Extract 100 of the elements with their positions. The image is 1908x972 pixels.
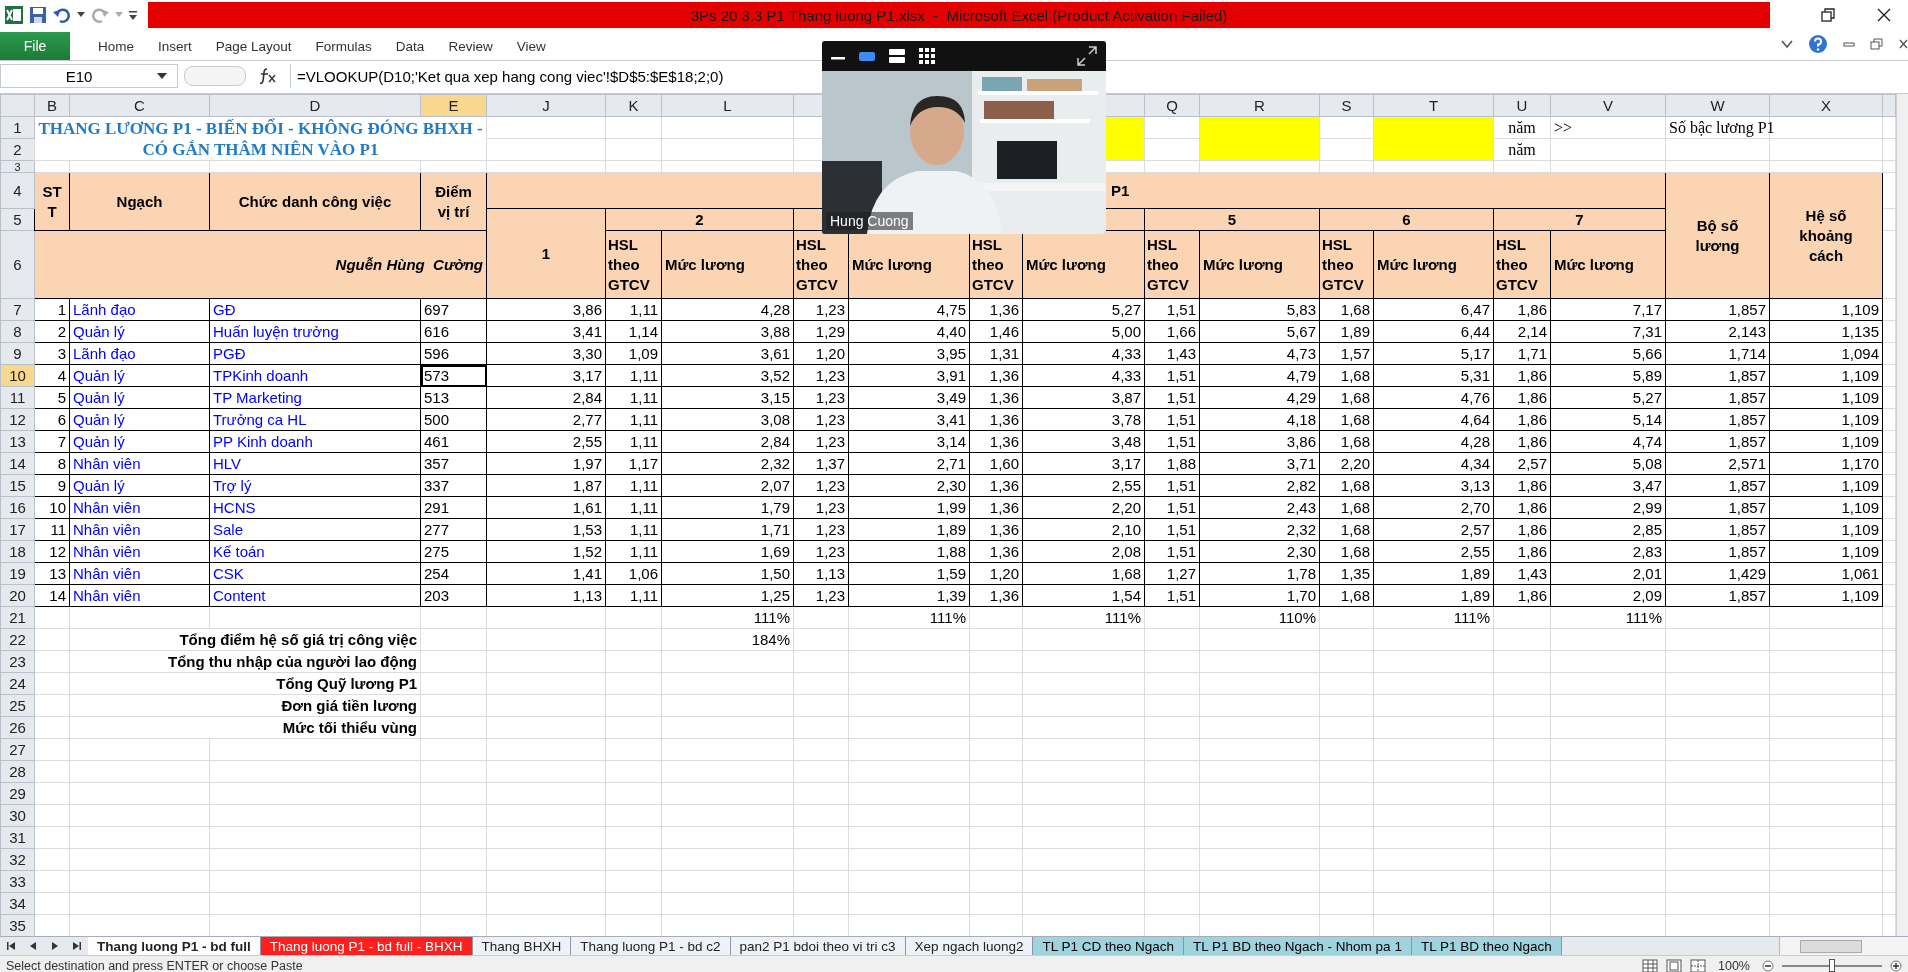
rectangle-icon[interactable]	[858, 49, 876, 63]
zoom-out-icon[interactable]	[1762, 960, 1774, 972]
row-header[interactable]: 8	[0, 320, 35, 343]
ribbon-tab[interactable]: Home	[86, 39, 146, 60]
last-sheet-icon[interactable]	[71, 940, 83, 952]
page-break-icon[interactable]	[1690, 959, 1706, 972]
row-header[interactable]: 10	[0, 364, 35, 387]
ribbon-tab[interactable]: Page Layout	[203, 39, 304, 60]
sheet-tab[interactable]: Xep ngach luong2	[905, 937, 1034, 955]
vertical-scrollbar[interactable]	[1896, 94, 1908, 936]
sheet-tab[interactable]: TL P1 CD theo Ngach	[1033, 937, 1185, 955]
chevron-icon[interactable]	[1780, 39, 1794, 49]
row-header[interactable]: 15	[0, 474, 35, 497]
row-header[interactable]: 34	[0, 892, 35, 915]
row-header[interactable]: 1	[0, 116, 35, 139]
row-header[interactable]: 33	[0, 870, 35, 893]
column-header[interactable]: K	[605, 94, 662, 117]
row-header[interactable]: 12	[0, 408, 35, 431]
row-header[interactable]: 19	[0, 562, 35, 585]
column-header[interactable]: T	[1373, 94, 1494, 117]
column-header[interactable]: E	[420, 94, 487, 117]
splitter-handle[interactable]	[184, 66, 246, 86]
customize-toolbar-icon[interactable]	[128, 8, 138, 22]
table-cell: 4,76	[1373, 386, 1494, 409]
row-header[interactable]: 27	[0, 738, 35, 761]
row-header[interactable]: 4	[0, 172, 35, 209]
row-header[interactable]: 6	[0, 230, 35, 299]
row-header[interactable]: 32	[0, 848, 35, 871]
save-icon[interactable]	[29, 6, 47, 24]
row-header[interactable]: 29	[0, 782, 35, 805]
normal-view-icon[interactable]	[1642, 959, 1658, 972]
row-header[interactable]: 28	[0, 760, 35, 783]
row-header[interactable]: 14	[0, 452, 35, 475]
column-header[interactable]: S	[1319, 94, 1374, 117]
row-header[interactable]: 17	[0, 518, 35, 541]
column-header[interactable]: D	[209, 94, 421, 117]
row-header[interactable]: 9	[0, 342, 35, 365]
row-header[interactable]: 7	[0, 298, 35, 321]
sheet-tab[interactable]: TL P1 BD theo Ngach	[1411, 937, 1562, 955]
ribbon-tab[interactable]: Formulas	[303, 39, 384, 60]
sheet-tab[interactable]: Thang BHXH	[472, 937, 572, 955]
first-sheet-icon[interactable]	[5, 940, 17, 952]
restore-icon[interactable]	[1820, 7, 1836, 23]
zoom-slider-thumb[interactable]	[1829, 959, 1835, 972]
column-header[interactable]: X	[1769, 94, 1883, 117]
column-header[interactable]: Q	[1144, 94, 1200, 117]
column-header[interactable]: J	[486, 94, 606, 117]
column-header[interactable]: L	[661, 94, 794, 117]
close-icon[interactable]	[1876, 7, 1892, 23]
ribbon-tab[interactable]: Data	[383, 39, 437, 60]
column-header[interactable]: W	[1665, 94, 1770, 117]
file-tab[interactable]: File	[0, 32, 70, 60]
table-cell: 1,68	[1319, 430, 1374, 453]
ribbon-tab[interactable]: Review	[436, 39, 505, 60]
sheet-tab[interactable]: TL P1 BD theo Ngach - Nhom pa 1	[1184, 937, 1412, 955]
sheet-tab[interactable]: pan2 P1 bdoi theo vi tri c3	[730, 937, 906, 955]
zoom-in-icon[interactable]	[1890, 960, 1902, 972]
row-header[interactable]: 30	[0, 804, 35, 827]
grid-icon[interactable]	[918, 47, 936, 65]
help-icon[interactable]	[1808, 34, 1828, 54]
column-header[interactable]: B	[34, 94, 70, 117]
row-header[interactable]: 18	[0, 540, 35, 563]
row-header[interactable]: 35	[0, 914, 35, 936]
excel-icon[interactable]	[4, 5, 24, 25]
table-cell: 2,70	[1373, 496, 1494, 519]
caret-icon[interactable]	[77, 12, 85, 18]
row-header[interactable]: 24	[0, 672, 35, 695]
table-cell: 11	[34, 518, 70, 541]
row-header[interactable]: 25	[0, 694, 35, 717]
row-header[interactable]: 22	[0, 628, 35, 651]
zoom-level[interactable]: 100%	[1718, 959, 1750, 972]
table-cell: 2,99	[1550, 496, 1666, 519]
sheet-tab[interactable]: Thang luong P1 - bd full	[88, 937, 261, 955]
column-header[interactable]: R	[1199, 94, 1320, 117]
close-icon[interactable]	[1898, 37, 1908, 51]
ribbon-tab[interactable]: View	[504, 39, 558, 60]
expand-icon[interactable]	[1076, 45, 1098, 67]
row-header[interactable]: 2	[0, 138, 35, 161]
horizontal-scrollbar[interactable]	[1779, 937, 1908, 955]
row-header[interactable]: 13	[0, 430, 35, 453]
row-header[interactable]: 20	[0, 584, 35, 607]
column-header[interactable]: V	[1550, 94, 1666, 117]
sheet-tab[interactable]: Thang luong P1 - bd c2	[571, 937, 731, 955]
row-header[interactable]: 5	[0, 208, 35, 231]
undo-icon[interactable]	[52, 6, 72, 24]
row-header[interactable]: 31	[0, 826, 35, 849]
row-header[interactable]: 16	[0, 496, 35, 519]
page-layout-icon[interactable]	[1666, 959, 1682, 972]
row-header[interactable]: 21	[0, 606, 35, 629]
row-header[interactable]: 26	[0, 716, 35, 739]
column-header[interactable]: C	[69, 94, 210, 117]
function-icon[interactable]	[258, 67, 278, 85]
stacked-rows-icon[interactable]	[888, 48, 906, 64]
row-header[interactable]: 23	[0, 650, 35, 673]
sheet-tab[interactable]: Thang luong P1 - bd full - BHXH	[260, 937, 473, 955]
column-header[interactable]: U	[1493, 94, 1551, 117]
name-box[interactable]: E10	[0, 64, 178, 88]
table-cell: 2,55	[1373, 540, 1494, 563]
ribbon-tab[interactable]: Insert	[146, 39, 204, 60]
row-header[interactable]: 11	[0, 386, 35, 409]
